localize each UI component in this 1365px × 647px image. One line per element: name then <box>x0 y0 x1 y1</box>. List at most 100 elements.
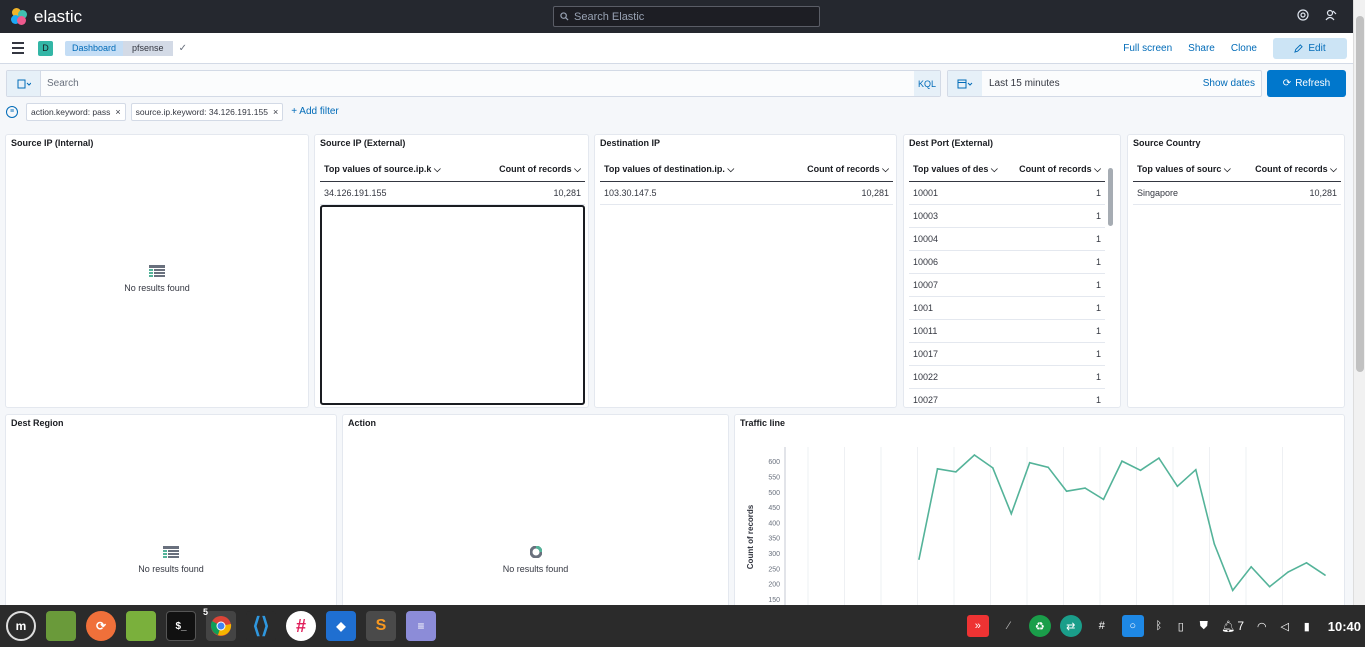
data-point[interactable] <box>1268 585 1271 588</box>
mint-menu-icon[interactable]: m <box>6 611 36 641</box>
update-icon[interactable]: ○ <box>1121 615 1144 637</box>
data-point[interactable] <box>955 471 957 473</box>
data-point[interactable] <box>1231 589 1234 592</box>
firefox-icon[interactable]: ⟳ <box>86 611 116 641</box>
table-row[interactable]: 10003 1 <box>909 204 1105 228</box>
table-row[interactable]: Singapore 10,281 <box>1133 181 1341 205</box>
empty-message: No results found <box>138 564 204 574</box>
shield-icon[interactable]: ⛊ <box>1197 615 1211 637</box>
show-dates-link[interactable]: Show dates <box>1203 78 1255 89</box>
sync-icon[interactable]: ⇄ <box>1059 615 1082 637</box>
saved-query-button[interactable] <box>7 71 41 96</box>
user-menu-icon[interactable] <box>1325 9 1337 21</box>
data-point[interactable] <box>1065 490 1068 492</box>
data-point[interactable] <box>918 558 920 560</box>
table-row[interactable]: 1001 1 <box>909 296 1105 320</box>
column-header[interactable]: Top values of source.ip.k ⌵ <box>320 159 475 182</box>
wifi-icon[interactable]: ◠ <box>1255 615 1269 637</box>
space-avatar[interactable]: D <box>38 40 53 56</box>
data-point[interactable] <box>1213 543 1216 545</box>
column-header[interactable]: Top values of sourc ⌵ <box>1133 159 1238 182</box>
table-row[interactable]: 34.126.191.155 10,281 <box>320 181 585 205</box>
page-scrollbar-thumb[interactable] <box>1356 16 1364 372</box>
data-point[interactable] <box>1305 562 1308 564</box>
kql-toggle[interactable]: KQL <box>914 71 940 96</box>
recycle-icon[interactable]: ♻ <box>1028 615 1051 637</box>
clock[interactable]: 10:40 <box>1328 619 1361 634</box>
sublime-icon[interactable]: S <box>366 611 396 641</box>
column-header[interactable]: Count of records ⌵ <box>777 159 893 182</box>
data-point[interactable] <box>1047 466 1049 469</box>
data-point[interactable] <box>992 467 994 469</box>
data-point[interactable] <box>1084 487 1086 489</box>
data-point[interactable] <box>1139 469 1142 472</box>
traffic-line-chart[interactable]: 150 200 250 300 350 400 450 500 550 600 Count of r… <box>735 415 1345 614</box>
battery-icon[interactable]: ▮ <box>1301 615 1313 637</box>
scrollbar-thumb[interactable] <box>1108 168 1113 226</box>
filter-menu-icon[interactable]: ≡ <box>6 105 18 118</box>
table-scrollbar[interactable] <box>1108 158 1113 403</box>
series-line[interactable] <box>918 453 1326 592</box>
folder-icon[interactable] <box>126 611 156 641</box>
filter-pill[interactable]: action.keyword: pass × <box>26 102 126 121</box>
query-input[interactable]: Search <box>41 78 914 89</box>
add-filter-link[interactable]: + Add filter <box>291 106 339 117</box>
data-point[interactable] <box>1324 574 1326 576</box>
table-row[interactable]: 10011 1 <box>909 319 1105 343</box>
elastic-logo[interactable]: elastic <box>11 7 82 27</box>
terminal-icon[interactable]: $_ <box>166 611 196 641</box>
table-row[interactable]: 103.30.147.5 10,281 <box>600 181 893 205</box>
column-header[interactable]: Top values of des ⌵ <box>909 159 1007 182</box>
vscode-icon[interactable]: ⟨⟩ <box>246 611 276 641</box>
data-point[interactable] <box>1158 457 1160 459</box>
help-icon[interactable] <box>1297 9 1309 21</box>
table-row[interactable]: 10004 1 <box>909 227 1105 251</box>
page-scrollbar[interactable] <box>1353 0 1365 605</box>
data-point[interactable] <box>1250 566 1252 568</box>
menu-icon[interactable] <box>12 42 24 54</box>
text-editor-icon[interactable]: ≡ <box>406 611 436 641</box>
bluetooth-icon[interactable]: ᛒ <box>1153 615 1165 637</box>
table-row[interactable]: 10007 1 <box>909 273 1105 297</box>
anydesk-icon[interactable]: » <box>966 615 989 637</box>
data-point[interactable] <box>1121 460 1123 462</box>
volume-icon[interactable]: ◁ <box>1278 615 1292 637</box>
slack-icon[interactable]: # <box>286 611 316 641</box>
column-header[interactable]: Count of records ⌵ <box>1238 159 1341 182</box>
clone-link[interactable]: Clone <box>1231 43 1257 54</box>
file-manager-icon[interactable] <box>46 611 76 641</box>
slack-tray-icon[interactable]: # <box>1091 615 1113 637</box>
chrome-icon[interactable]: 5 <box>203 607 236 641</box>
data-point[interactable] <box>1195 468 1197 471</box>
table-row[interactable]: 10017 1 <box>909 342 1105 366</box>
remove-filter-icon[interactable]: × <box>115 107 120 117</box>
remove-filter-icon[interactable]: × <box>273 107 278 117</box>
data-point[interactable] <box>936 467 939 470</box>
table-row[interactable]: 10006 1 <box>909 250 1105 274</box>
filter-pill[interactable]: source.ip.keyword: 34.126.191.155 × <box>130 102 284 121</box>
data-point[interactable] <box>1010 513 1013 515</box>
global-search-input[interactable]: Search Elastic <box>553 6 820 27</box>
data-point[interactable] <box>1176 485 1179 488</box>
layers-app-icon[interactable]: ◆ <box>326 611 356 641</box>
edit-button[interactable]: Edit <box>1273 38 1347 59</box>
column-header[interactable]: Top values of destination.ip. ⌵ <box>600 159 778 182</box>
column-header[interactable]: Count of records ⌵ <box>1007 159 1105 182</box>
breadcrumb-dashboard[interactable]: Dashboard <box>65 40 124 56</box>
refresh-button[interactable]: ⟳ Refresh <box>1267 70 1346 97</box>
notifications-icon[interactable]: 🔔︎ 7 <box>1220 615 1246 637</box>
time-range-text[interactable]: Last 15 minutes <box>989 78 1203 89</box>
full-screen-link[interactable]: Full screen <box>1123 43 1172 54</box>
clipboard-icon[interactable]: ▯ <box>1174 615 1188 637</box>
table-row[interactable]: 10027 1 <box>909 388 1105 407</box>
pen-icon[interactable]: ⁄ <box>998 615 1020 637</box>
quick-date-menu[interactable] <box>948 71 982 96</box>
table-row[interactable]: 10022 1 <box>909 365 1105 389</box>
data-point[interactable] <box>973 454 976 456</box>
data-point[interactable] <box>1287 571 1289 573</box>
data-point[interactable] <box>1028 461 1031 464</box>
share-link[interactable]: Share <box>1188 43 1215 54</box>
data-point[interactable] <box>1102 498 1105 501</box>
table-row[interactable]: 10001 1 <box>909 181 1105 205</box>
column-header[interactable]: Count of records ⌵ <box>474 159 585 182</box>
